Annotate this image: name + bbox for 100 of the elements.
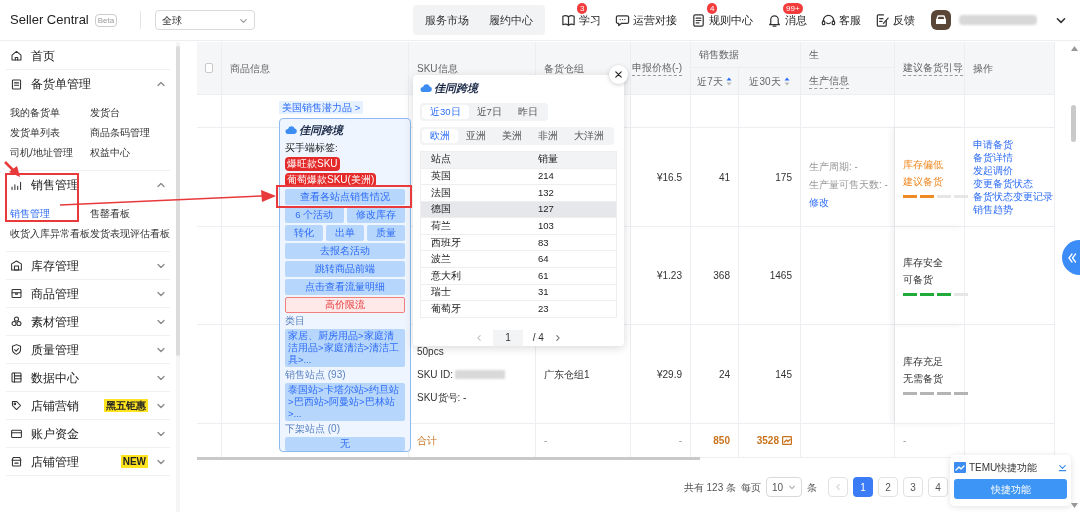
menu-item[interactable]: 店铺管理 — [31, 452, 79, 471]
submenu-link[interactable]: 销售管理 — [10, 203, 90, 223]
column-header[interactable]: 商品信息 — [230, 60, 270, 76]
submenu-link[interactable]: 售罄看板 — [90, 203, 170, 223]
potential-product-link[interactable]: 美国销售潜力品 > — [279, 101, 364, 114]
column-header[interactable]: SKU信息 — [417, 60, 458, 76]
sales-count: 1465 — [769, 269, 792, 283]
menu-item[interactable]: 库存管理 — [31, 256, 79, 275]
nav-tab[interactable]: 服务市场 — [417, 8, 477, 32]
filter-tab[interactable]: 昨日 — [509, 104, 546, 119]
menu-item[interactable]: 店铺营销 — [31, 396, 79, 415]
nav-tab[interactable]: 履约中心 — [481, 8, 541, 32]
submenu-link[interactable]: 商品条码管理 — [90, 122, 166, 142]
sort-icon[interactable] — [725, 76, 732, 86]
submenu-link[interactable]: 司机/地址管理 — [10, 142, 90, 162]
submenu-link[interactable]: 权益中心 — [90, 142, 166, 162]
filter-tab[interactable]: 大洋洲 — [566, 128, 612, 143]
column-header[interactable]: 申报价格(-) — [632, 60, 682, 76]
column-header[interactable]: 操作 — [973, 60, 993, 76]
column-header[interactable]: 备货仓组 — [544, 60, 584, 76]
column-header[interactable]: 近30天 — [749, 73, 781, 89]
scroll-up-icon[interactable] — [1071, 46, 1078, 51]
scroll-down-icon[interactable] — [1071, 503, 1078, 508]
menu-item[interactable]: 素材管理 — [31, 312, 79, 331]
clipboard-icon — [10, 77, 23, 91]
sales-count: 31 — [538, 285, 550, 300]
action-link[interactable]: 备货详情 — [973, 151, 1013, 164]
page-button[interactable]: 4 — [928, 477, 948, 497]
chevron-up-icon[interactable] — [156, 79, 166, 89]
page-size-select[interactable]: 10 — [766, 477, 802, 497]
chat-icon[interactable] — [615, 12, 630, 28]
total-price: - — [678, 434, 682, 448]
page-input[interactable]: 1 — [493, 329, 523, 346]
chevron-up-icon[interactable] — [156, 180, 166, 190]
column-header[interactable]: 生产信息 — [809, 73, 849, 89]
column-header[interactable]: 近7天 — [697, 73, 723, 89]
edit-icon[interactable] — [875, 12, 890, 28]
store-icon — [10, 455, 23, 468]
page-button[interactable]: 1 — [853, 477, 873, 497]
submenu-link[interactable]: 发货台 — [90, 102, 166, 122]
promo-badge: 黑五钜惠 — [104, 399, 148, 412]
filter-tab[interactable]: 欧洲 — [422, 128, 458, 143]
filter-tab[interactable]: 近7日 — [468, 104, 510, 119]
filter-tab[interactable]: 美洲 — [494, 128, 530, 143]
blurred-sku-id — [455, 369, 506, 379]
menu-item[interactable]: 首页 — [31, 46, 55, 65]
nav-link[interactable]: 规则中心 — [709, 11, 753, 29]
book-icon[interactable] — [561, 12, 576, 28]
document-icon[interactable] — [691, 12, 706, 28]
sales-count: 64 — [538, 252, 550, 267]
filter-tab[interactable]: 非洲 — [530, 128, 566, 143]
sales-count: 132 — [538, 185, 555, 200]
section-label: 类目 — [285, 314, 306, 327]
bell-icon[interactable] — [767, 12, 782, 28]
action-link[interactable]: 销售趋势 — [973, 203, 1013, 216]
menu-item[interactable]: 数据中心 — [31, 368, 79, 387]
action-link[interactable]: 发起调价 — [973, 164, 1013, 177]
filter-tab[interactable]: 近30日 — [422, 104, 469, 119]
horizontal-scrollbar[interactable] — [197, 457, 700, 460]
double-chevron-left-icon — [1067, 251, 1077, 264]
page-button[interactable]: 2 — [878, 477, 898, 497]
action-link[interactable]: 备货状态变更记录 — [973, 190, 1053, 203]
select-all-checkbox[interactable] — [205, 63, 213, 73]
filter-tab[interactable]: 亚洲 — [458, 128, 494, 143]
sort-icon[interactable] — [783, 76, 790, 86]
nav-link[interactable]: 客服 — [839, 11, 861, 29]
headset-icon[interactable] — [821, 12, 836, 28]
submenu-link[interactable]: 发货表现评估看板 — [90, 223, 170, 243]
submenu-link[interactable]: 发货单列表 — [10, 122, 90, 142]
circles-icon — [10, 315, 23, 328]
menu-item[interactable]: 商品管理 — [31, 284, 79, 303]
action-link[interactable]: 变更备货状态 — [973, 177, 1033, 190]
menu-item[interactable]: 备货单管理 — [31, 75, 91, 93]
page-button[interactable]: 3 — [903, 477, 923, 497]
menu-item[interactable]: 账户资金 — [31, 424, 79, 443]
submenu-link[interactable]: 我的备货单 — [10, 102, 90, 122]
high-price-limit-button[interactable]: 高价限流 — [285, 296, 405, 313]
menu-item[interactable]: 质量管理 — [31, 340, 79, 359]
nav-link[interactable]: 反馈 — [893, 11, 915, 29]
edit-link[interactable]: 修改 — [809, 194, 886, 210]
advice-text: 建议备货 — [903, 174, 944, 189]
collapse-icon[interactable] — [1058, 463, 1067, 472]
column-header[interactable]: 建议备货引导 — [903, 60, 963, 76]
nav-link[interactable]: 消息 — [785, 11, 807, 29]
column-header[interactable]: 生 — [809, 47, 819, 62]
avatar-icon[interactable] — [931, 10, 951, 30]
promo-badge: NEW — [120, 455, 148, 468]
chart-icon[interactable] — [782, 436, 792, 445]
chevron-left-icon[interactable] — [475, 333, 484, 342]
sales-count: 83 — [538, 235, 550, 250]
nav-link[interactable]: 学习 — [579, 11, 601, 29]
action-link[interactable]: 申请备货 — [973, 138, 1013, 151]
total-count-text: 共有 123 条 — [683, 480, 736, 495]
chevron-right-icon[interactable] — [553, 333, 562, 342]
column-header[interactable]: 销售数据 — [699, 47, 739, 62]
site-name: 荷兰 — [431, 218, 452, 233]
nav-link[interactable]: 运营对接 — [633, 11, 677, 29]
region-select[interactable]: 全球 — [155, 10, 255, 30]
submenu-link[interactable]: 收货入库异常看板 — [10, 223, 90, 243]
expand-tab[interactable] — [1062, 240, 1080, 275]
